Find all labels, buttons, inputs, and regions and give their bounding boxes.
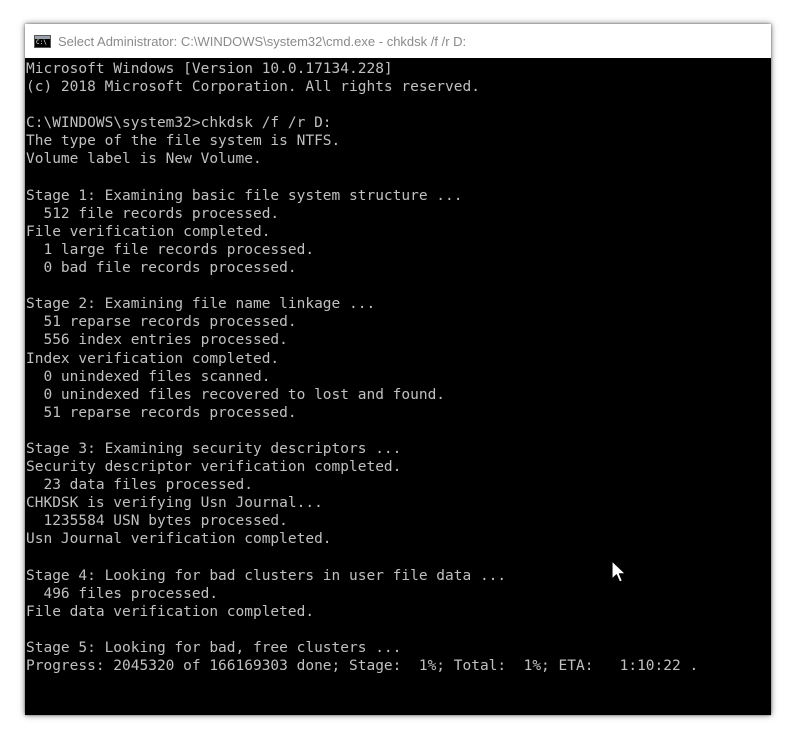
console-line: Usn Journal verification completed. — [26, 531, 332, 548]
console-line: (c) 2018 Microsoft Corporation. All righ… — [26, 79, 480, 96]
stage-3-heading: Stage 3: Examining security descriptors … — [26, 440, 402, 457]
console-line: 51 reparse records processed. — [26, 404, 297, 421]
console-line: CHKDSK is verifying Usn Journal... — [26, 495, 323, 512]
console-line: 496 files processed. — [26, 585, 219, 602]
title-bar[interactable]: C:\ Select Administrator: C:\WINDOWS\sys… — [25, 24, 771, 58]
progress-line: Progress: 2045320 of 166169303 done; Sta… — [26, 658, 699, 675]
console-line: File data verification completed. — [26, 603, 315, 620]
command-line: C:\WINDOWS\system32>chkdsk /f /r D: — [26, 115, 332, 132]
console-line: File verification completed. — [26, 223, 271, 240]
cmd-icon: C:\ — [34, 34, 51, 48]
stage-1-heading: Stage 1: Examining basic file system str… — [26, 187, 463, 204]
console-line: 0 unindexed files recovered to lost and … — [26, 386, 446, 403]
console-output[interactable]: Microsoft Windows [Version 10.0.17134.22… — [25, 58, 771, 715]
console-line: 23 data files processed. — [26, 477, 253, 494]
stage-5-heading: Stage 5: Looking for bad, free clusters … — [26, 640, 402, 656]
console-line: Volume label is New Volume. — [26, 151, 262, 168]
console-line: 0 unindexed files scanned. — [26, 368, 271, 385]
console-line: 1 large file records processed. — [26, 241, 315, 258]
console-line: 0 bad file records processed. — [26, 260, 297, 277]
console-line: Microsoft Windows [Version 10.0.17134.22… — [26, 61, 393, 77]
console-line: Security descriptor verification complet… — [26, 459, 402, 476]
stage-2-heading: Stage 2: Examining file name linkage ... — [26, 296, 376, 313]
console-line: 556 index entries processed. — [26, 332, 288, 349]
console-line: 1235584 USN bytes processed. — [26, 513, 288, 530]
console-line: 51 reparse records processed. — [26, 314, 297, 331]
window-title: Select Administrator: C:\WINDOWS\system3… — [58, 33, 467, 49]
console-line: 512 file records processed. — [26, 205, 280, 222]
stage-4-heading: Stage 4: Looking for bad clusters in use… — [26, 567, 507, 584]
mouse-pointer-icon — [611, 560, 627, 583]
console-line: Index verification completed. — [26, 350, 280, 367]
cmd-window[interactable]: C:\ Select Administrator: C:\WINDOWS\sys… — [25, 24, 771, 715]
console-line: The type of the file system is NTFS. — [26, 133, 341, 150]
